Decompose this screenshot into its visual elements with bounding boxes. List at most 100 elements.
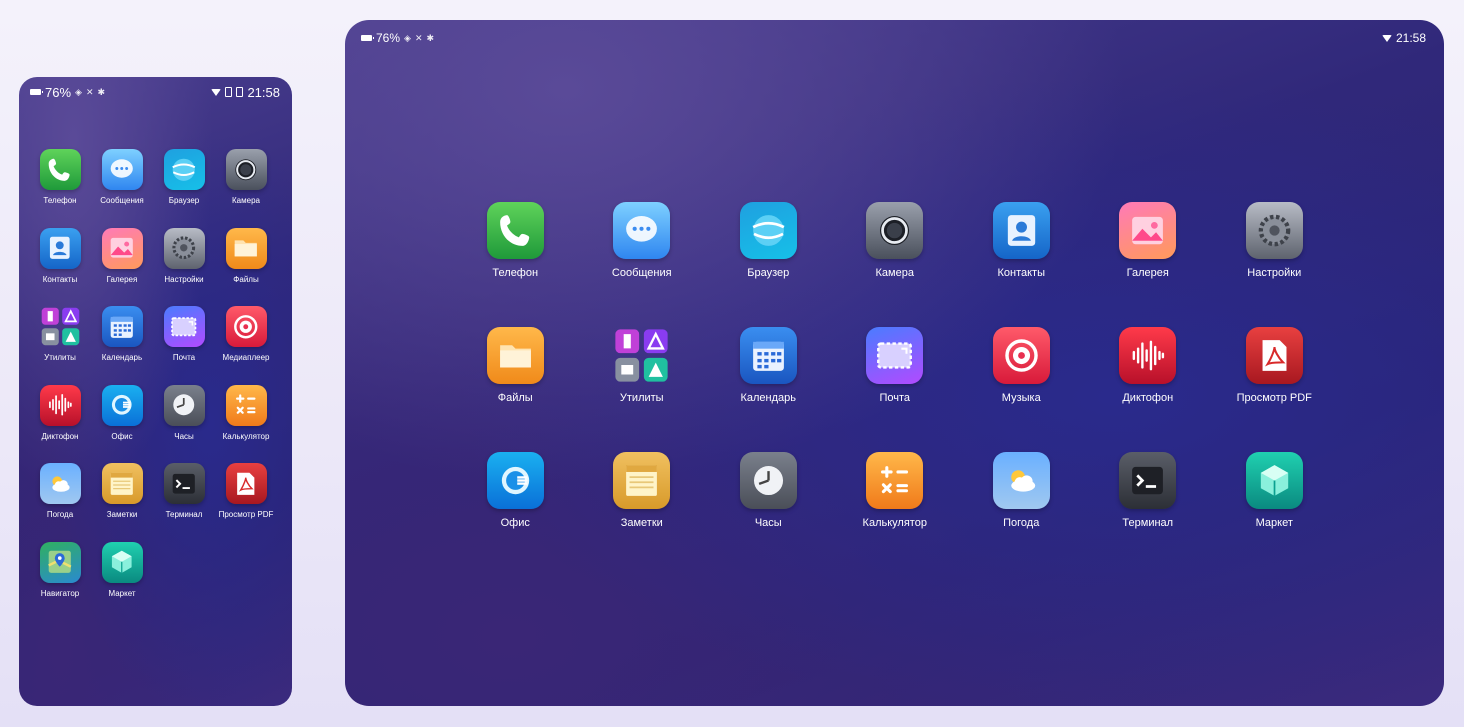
app-files[interactable]: Файлы <box>215 227 277 307</box>
signal-icon: ◈ <box>75 86 82 97</box>
app-mediaplayer[interactable]: Медиаплеер <box>215 306 277 385</box>
music-icon <box>992 327 1050 384</box>
app-label: Утилиты <box>44 353 76 362</box>
app-camera[interactable]: Камера <box>832 202 959 327</box>
office-icon <box>486 452 544 509</box>
app-messages[interactable]: Сообщения <box>91 149 153 228</box>
app-label: Заметки <box>620 517 663 529</box>
app-utilities[interactable]: Утилиты <box>29 306 91 385</box>
app-label: Камера <box>875 267 914 279</box>
app-calendar[interactable]: Календарь <box>705 327 832 452</box>
app-pdf[interactable]: Просмотр PDF <box>215 463 277 542</box>
app-label: Календарь <box>101 353 143 362</box>
app-label: Настройки <box>164 274 204 284</box>
app-clock[interactable]: Часы <box>153 384 215 464</box>
app-label: Навигатор <box>40 588 80 598</box>
app-calculator[interactable]: Калькулятор <box>215 384 277 464</box>
terminal-icon <box>1119 452 1177 509</box>
app-utilities[interactable]: Утилиты <box>579 327 706 452</box>
notes-icon <box>101 463 143 504</box>
app-weather[interactable]: Погода <box>958 452 1085 577</box>
browser-icon <box>163 149 205 190</box>
recorder-icon <box>39 384 81 426</box>
app-label: Календарь <box>740 392 797 404</box>
app-label: Маркет <box>1255 517 1293 529</box>
mail-icon <box>163 306 205 347</box>
calculator-icon <box>225 384 267 426</box>
app-clock[interactable]: Часы <box>705 452 832 577</box>
app-weather[interactable]: Погода <box>29 463 91 542</box>
app-navigator[interactable]: Навигатор <box>29 541 91 621</box>
app-files[interactable]: Файлы <box>452 327 579 452</box>
wifi-icon <box>211 88 222 96</box>
app-browser[interactable]: Браузер <box>705 202 832 327</box>
pdf-icon <box>225 463 267 504</box>
silent-icon: ✕ <box>85 86 94 97</box>
app-pdf[interactable]: Просмотр PDF <box>1211 327 1338 452</box>
weather-icon <box>39 463 81 504</box>
app-calculator[interactable]: Калькулятор <box>832 452 959 577</box>
gallery-icon <box>101 227 143 269</box>
app-label: Утилиты <box>619 392 664 404</box>
settings-icon <box>1245 202 1303 259</box>
app-label: Терминал <box>1122 517 1174 529</box>
app-label: Заметки <box>106 510 138 519</box>
app-settings[interactable]: Настройки <box>153 227 215 307</box>
app-label: Диктофон <box>41 431 79 441</box>
app-label: Офис <box>500 517 530 529</box>
app-recorder[interactable]: Диктофон <box>1085 327 1212 452</box>
app-music[interactable]: Музыка <box>958 327 1085 452</box>
battery-level: 76% <box>45 84 72 100</box>
app-label: Маркет <box>108 588 136 598</box>
app-terminal[interactable]: Терминал <box>153 463 215 542</box>
phone-icon <box>486 202 544 259</box>
app-terminal[interactable]: Терминал <box>1085 452 1212 577</box>
app-label: Телефон <box>492 267 539 279</box>
pdf-icon <box>1245 327 1303 384</box>
app-office[interactable]: Офис <box>452 452 579 577</box>
app-label: Музыка <box>1001 392 1041 404</box>
app-messages[interactable]: Сообщения <box>579 202 706 327</box>
files-icon <box>486 327 544 384</box>
app-label: Часы <box>754 517 782 529</box>
app-label: Погода <box>46 510 74 519</box>
app-notes[interactable]: Заметки <box>579 452 706 577</box>
app-label: Погода <box>1003 517 1040 529</box>
app-browser[interactable]: Браузер <box>153 149 215 228</box>
app-contacts[interactable]: Контакты <box>29 227 91 307</box>
app-label: Браузер <box>747 267 790 279</box>
app-phone[interactable]: Телефон <box>452 202 579 327</box>
app-mail[interactable]: Почта <box>153 306 215 385</box>
app-label: Браузер <box>168 196 200 205</box>
app-mail[interactable]: Почта <box>832 327 959 452</box>
app-phone[interactable]: Телефон <box>29 149 91 228</box>
app-label: Калькулятор <box>222 431 270 441</box>
app-settings[interactable]: Настройки <box>1211 202 1338 327</box>
status-bar: 76% ◈ ✕ ✱ 21:58 <box>345 20 1444 56</box>
app-notes[interactable]: Заметки <box>91 463 153 542</box>
bluetooth-icon: ✱ <box>97 86 106 97</box>
app-gallery[interactable]: Галерея <box>1085 202 1212 327</box>
market-icon <box>101 541 143 583</box>
app-gallery[interactable]: Галерея <box>91 227 153 307</box>
app-market[interactable]: Маркет <box>91 541 153 621</box>
app-label: Офис <box>111 431 133 441</box>
app-label: Сообщения <box>100 196 144 205</box>
app-calendar[interactable]: Календарь <box>91 306 153 385</box>
settings-icon <box>163 227 205 269</box>
app-label: Медиаплеер <box>222 353 270 362</box>
app-camera[interactable]: Камера <box>215 149 277 228</box>
battery-icon <box>361 35 374 41</box>
battery-icon <box>30 89 43 95</box>
app-contacts[interactable]: Контакты <box>958 202 1085 327</box>
clock-time: 21:58 <box>247 84 280 100</box>
browser-icon <box>739 202 797 259</box>
app-market[interactable]: Маркет <box>1211 452 1338 577</box>
app-office[interactable]: Офис <box>91 384 153 464</box>
phone-screen: 76% ◈ ✕ ✱ 21:58 Телефон Сообщения Браузер К… <box>19 77 292 706</box>
clock-icon <box>163 384 205 426</box>
utilities-icon <box>613 327 670 384</box>
app-label: Часы <box>174 431 194 441</box>
app-recorder[interactable]: Диктофон <box>29 384 91 464</box>
office-icon <box>101 384 143 426</box>
